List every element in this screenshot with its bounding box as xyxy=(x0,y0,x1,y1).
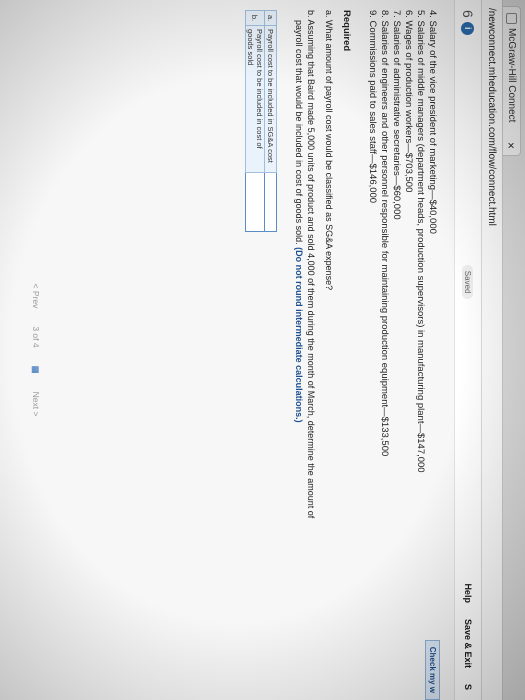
list-item: 9. Commissions paid to sales staff—$146,… xyxy=(367,10,378,204)
prev-button[interactable]: < Prev xyxy=(30,284,41,309)
row-description: Payroll cost to be included in cost of g… xyxy=(245,25,265,173)
close-icon[interactable]: × xyxy=(505,142,519,149)
grid-icon[interactable]: ▦ xyxy=(30,366,41,374)
table-row: a. Payroll cost to be included in SG&A c… xyxy=(264,10,277,232)
browser-window: McGraw-Hill Connect × /newconnect.mheduc… xyxy=(0,0,525,700)
list-item: 8. Salaries of engineers and other perso… xyxy=(379,10,390,457)
page-position: 3 of 4 xyxy=(31,326,41,348)
required-heading: Required xyxy=(341,10,352,52)
next-button[interactable]: Next > xyxy=(30,392,41,417)
page-icon xyxy=(506,13,517,24)
question-number: 6 xyxy=(460,10,476,18)
requirement-b: b. Assuming that Baird made 5,000 units … xyxy=(293,10,317,690)
requirement-a: a. What amount of payroll cost would be … xyxy=(324,10,334,291)
answer-table: a. Payroll cost to be included in SG&A c… xyxy=(245,10,277,232)
sga-cost-input[interactable] xyxy=(264,172,277,232)
list-item: 4. Salary of the vice president of marke… xyxy=(427,10,438,234)
browser-tab[interactable]: McGraw-Hill Connect × xyxy=(503,6,521,156)
list-item: 7. Salaries of administrative secretarie… xyxy=(391,10,402,220)
url-text: /newconnect.mheducation.com/flow/connect… xyxy=(486,8,498,226)
list-item: 6. Wages of production workers—$703,500 xyxy=(403,10,414,193)
row-label: a. xyxy=(264,10,277,26)
help-button[interactable]: Help xyxy=(463,583,473,603)
photo-frame: McGraw-Hill Connect × /newconnect.mheduc… xyxy=(0,0,525,700)
row-description: Payroll cost to be included in SG&A cost xyxy=(264,25,277,173)
submit-button[interactable]: S xyxy=(463,684,473,690)
app-header: 6 i Saved Help Save & Exit S xyxy=(454,0,481,700)
header-actions: Help Save & Exit S xyxy=(463,583,473,690)
saved-badge: Saved xyxy=(462,264,474,300)
cogs-cost-input[interactable] xyxy=(245,172,265,232)
row-label: b. xyxy=(245,10,265,26)
list-item: 5. Salaries of middle managers (departme… xyxy=(415,10,426,473)
rounding-note: (Do not round intermediate calculations.… xyxy=(294,247,304,423)
question-content: Check my w 4. Salary of the vice preside… xyxy=(245,0,454,700)
table-row: b. Payroll cost to be included in cost o… xyxy=(245,10,265,232)
tab-bar: McGraw-Hill Connect × xyxy=(502,0,525,700)
requirement-b-text: payroll cost that would be included in c… xyxy=(294,20,304,245)
requirement-b-line1: b. Assuming that Baird made 5,000 units … xyxy=(306,10,316,519)
check-my-work-button[interactable]: Check my w xyxy=(425,639,440,700)
requirement-b-line2: payroll cost that would be included in c… xyxy=(293,10,305,690)
info-icon[interactable]: i xyxy=(461,21,475,35)
save-exit-button[interactable]: Save & Exit xyxy=(463,619,473,668)
address-bar[interactable]: /newconnect.mheducation.com/flow/connect… xyxy=(481,0,502,700)
cost-items-list: 4. Salary of the vice president of marke… xyxy=(366,10,438,690)
tab-title: McGraw-Hill Connect xyxy=(506,28,517,123)
pagination: < Prev 3 of 4 ▦ Next > xyxy=(30,0,41,700)
